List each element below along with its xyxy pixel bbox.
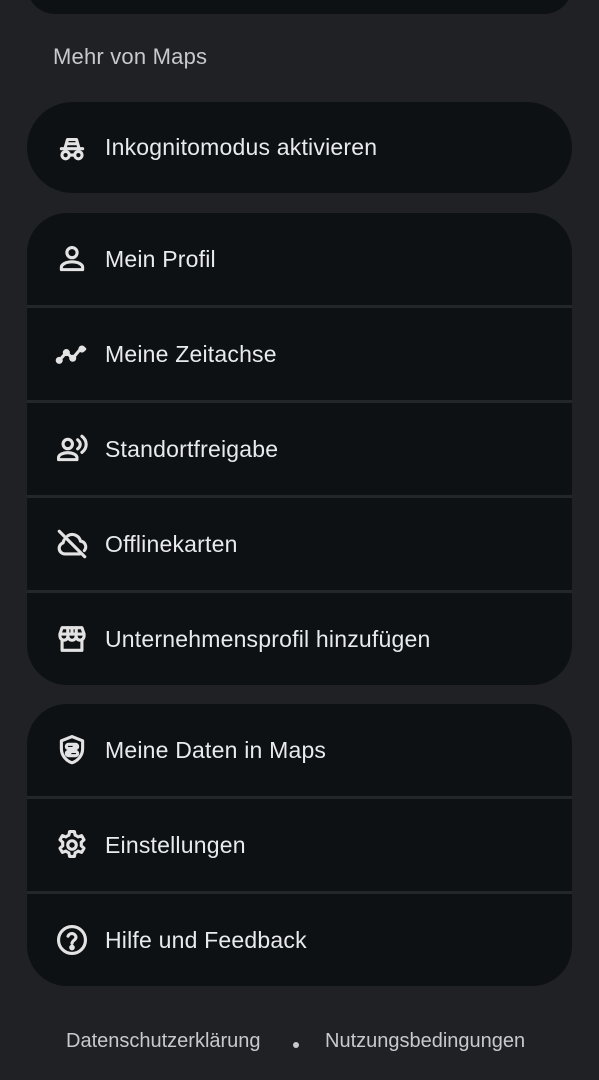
settings-group: Meine Daten in Maps Einstellungen Hilfe …: [27, 704, 572, 986]
shield-data-icon: [54, 732, 90, 768]
menu-item-label: Hilfe und Feedback: [105, 926, 307, 953]
separator-dot: [293, 1042, 299, 1048]
menu-item-label: Meine Daten in Maps: [105, 736, 327, 763]
incognito-group: Inkognitomodus aktivieren: [27, 102, 572, 193]
previous-card-edge: [27, 0, 572, 14]
privacy-link[interactable]: Datenschutzerklärung: [66, 1030, 261, 1053]
menu-item-help[interactable]: Hilfe und Feedback: [27, 891, 572, 986]
menu-item-profile[interactable]: Mein Profil: [27, 213, 572, 305]
footer: Datenschutzerklärung Nutzungsbedingungen: [0, 1030, 599, 1060]
person-icon: [54, 241, 90, 277]
menu-item-business-profile[interactable]: Unternehmensprofil hinzufügen: [27, 590, 572, 685]
incognito-icon: [54, 130, 90, 166]
menu-item-label: Inkognitomodus aktivieren: [105, 134, 378, 160]
terms-link[interactable]: Nutzungsbedingungen: [325, 1030, 525, 1053]
gear-icon: [54, 827, 90, 863]
help-icon: [54, 922, 90, 958]
location-sharing-icon: [54, 431, 90, 467]
menu-item-offline-maps[interactable]: Offlinekarten: [27, 495, 572, 590]
menu-item-timeline[interactable]: Meine Zeitachse: [27, 305, 572, 400]
menu-item-incognito[interactable]: Inkognitomodus aktivieren: [27, 102, 572, 193]
section-title: Mehr von Maps: [53, 44, 208, 69]
profile-group: Mein Profil Meine Zeitachse Standortfrei…: [27, 213, 572, 685]
menu-item-label: Offlinekarten: [105, 530, 238, 557]
menu-item-location-sharing[interactable]: Standortfreigabe: [27, 400, 572, 495]
menu-item-label: Standortfreigabe: [105, 435, 279, 462]
storefront-icon: [54, 621, 90, 657]
cloud-off-icon: [54, 526, 90, 562]
menu-item-label: Meine Zeitachse: [105, 340, 277, 367]
timeline-icon: [54, 336, 90, 372]
menu-item-settings[interactable]: Einstellungen: [27, 796, 572, 891]
menu-item-label: Einstellungen: [105, 831, 246, 858]
menu-item-my-data[interactable]: Meine Daten in Maps: [27, 704, 572, 796]
menu-item-label: Mein Profil: [105, 245, 216, 272]
menu-item-label: Unternehmensprofil hinzufügen: [105, 625, 431, 652]
maps-menu-page: Mehr von Maps Inkognitomodus aktivieren: [0, 0, 599, 1080]
